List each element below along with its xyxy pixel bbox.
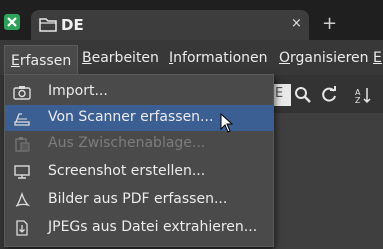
menu-item-jpegs[interactable]: JPEGs aus Datei extrahieren... <box>5 215 273 241</box>
folder-icon <box>39 18 57 32</box>
menu-item-pdf[interactable]: Bilder aus PDF erfassen... <box>5 187 273 213</box>
tab-close-icon[interactable]: × <box>291 16 302 31</box>
sort-az-icon[interactable]: A Z <box>355 86 379 104</box>
new-tab-button[interactable]: + <box>322 13 337 34</box>
menu-item-clipboard: Aus Zwischenablage... <box>5 131 273 157</box>
clipboard-icon <box>15 137 30 152</box>
tab-title: DE <box>61 16 84 34</box>
search-icon[interactable] <box>294 86 312 104</box>
menu-organisieren[interactable]: Organisieren <box>279 50 369 66</box>
menu-bearbeiten[interactable]: Bearbeiten <box>82 50 159 66</box>
file-export-icon <box>16 220 28 236</box>
pdf-icon <box>15 192 31 207</box>
content-panel <box>272 113 383 249</box>
menu-bar: Erfassen Bearbeiten Informationen Organi… <box>0 40 383 76</box>
monitor-icon <box>14 165 30 179</box>
scanner-icon <box>14 113 30 126</box>
refresh-icon[interactable] <box>320 86 338 104</box>
menu-erfassen[interactable]: Erfassen <box>4 45 79 76</box>
app-logo-icon <box>4 14 20 30</box>
mouse-cursor-icon <box>220 113 234 133</box>
menu-item-import[interactable]: Import... <box>5 79 273 105</box>
tab-de[interactable]: DE × <box>31 10 309 40</box>
svg-text:Z: Z <box>355 96 361 104</box>
camera-icon <box>13 86 31 100</box>
erfassen-dropdown: Import... Von Scanner erfassen... Aus Zw… <box>4 74 274 247</box>
tab-strip: DE × + <box>0 0 383 40</box>
menu-informationen[interactable]: Informationen <box>169 50 268 66</box>
menu-truncated[interactable]: E <box>373 50 382 66</box>
menu-item-screenshot[interactable]: Screenshot erstellen... <box>5 159 273 185</box>
